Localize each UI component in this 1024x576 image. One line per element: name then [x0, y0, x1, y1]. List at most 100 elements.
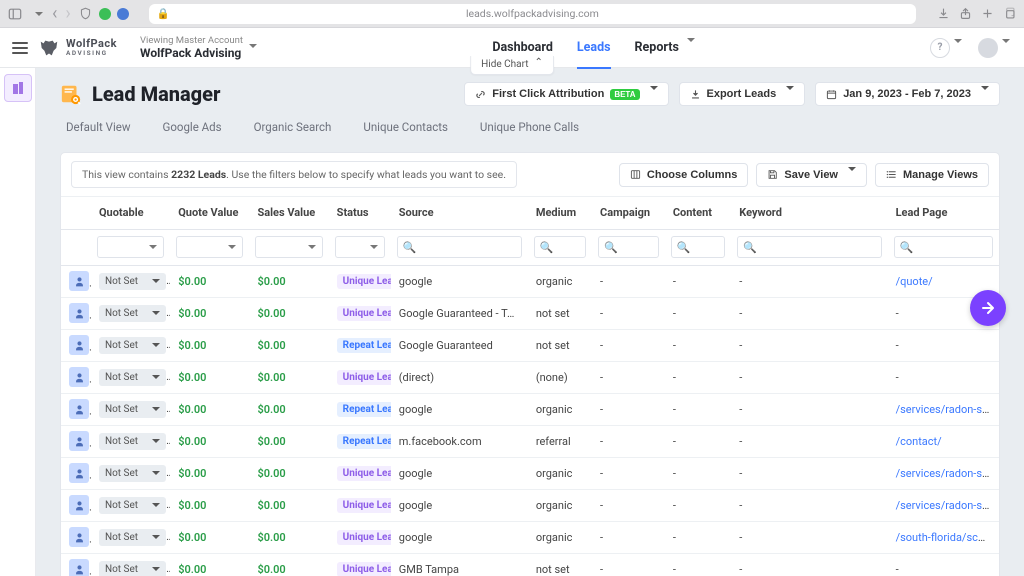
filter-sales-value[interactable] — [255, 236, 322, 258]
export-leads-button[interactable]: Export Leads — [679, 82, 806, 106]
person-icon[interactable] — [69, 431, 89, 451]
chevron-down-icon — [646, 88, 658, 100]
col-quotable[interactable]: Quotable — [91, 197, 170, 229]
choose-columns-button[interactable]: Choose Columns — [619, 163, 748, 187]
cell-lead-page: - — [888, 329, 999, 361]
filter-content[interactable]: 🔍 — [671, 236, 725, 258]
menu-button[interactable] — [8, 47, 32, 49]
quotable-dropdown[interactable]: Not Set — [99, 305, 166, 322]
table-row[interactable]: Not Set$0.00$0.00Unique Lead(direct)(non… — [61, 361, 999, 393]
help-button[interactable]: ? — [930, 38, 950, 58]
account-name: WolfPack Advising — [140, 46, 241, 60]
tab-organic-search[interactable]: Organic Search — [252, 116, 334, 138]
date-range-picker[interactable]: Jan 9, 2023 - Feb 7, 2023 — [815, 82, 1000, 106]
person-icon[interactable] — [69, 271, 89, 291]
filter-keyword[interactable]: 🔍 — [737, 236, 881, 258]
nav-leads[interactable]: Leads — [577, 28, 611, 69]
table-row[interactable]: Not Set$0.00$0.00Unique Leadgoogleorgani… — [61, 457, 999, 489]
user-avatar[interactable] — [978, 38, 998, 58]
filter-lead-page-input[interactable] — [918, 241, 999, 253]
extension-dot-green[interactable] — [99, 8, 111, 20]
person-icon[interactable] — [69, 335, 89, 355]
filter-medium-input[interactable] — [559, 241, 593, 253]
filter-quote-value[interactable] — [176, 236, 243, 258]
col-status[interactable]: Status — [329, 197, 391, 229]
cell-lead-page[interactable]: /services/radon-services/ — [888, 393, 999, 425]
person-icon[interactable] — [69, 527, 89, 547]
tab-unique-contacts[interactable]: Unique Contacts — [361, 116, 450, 138]
share-icon[interactable] — [958, 7, 972, 21]
person-icon[interactable] — [69, 399, 89, 419]
quotable-dropdown[interactable]: Not Set — [99, 401, 166, 418]
hide-chart-toggle[interactable]: Hide Chart ⌃ — [470, 56, 554, 75]
quotable-dropdown[interactable]: Not Set — [99, 273, 166, 290]
table-row[interactable]: Not Set$0.00$0.00Repeat Leadgoogleorgani… — [61, 393, 999, 425]
quotable-dropdown[interactable]: Not Set — [99, 337, 166, 354]
person-icon[interactable] — [69, 559, 89, 576]
new-tab-icon[interactable] — [980, 7, 994, 21]
filter-lead-page[interactable]: 🔍 — [894, 236, 993, 258]
table-row[interactable]: Not Set$0.00$0.00Repeat Leadm.facebook.c… — [61, 425, 999, 457]
nav-reports[interactable]: Reports — [635, 28, 695, 68]
cell-medium: organic — [528, 265, 592, 297]
filter-quotable[interactable] — [97, 236, 164, 258]
person-icon[interactable] — [69, 463, 89, 483]
quotable-dropdown[interactable]: Not Set — [99, 433, 166, 450]
cell-lead-page[interactable]: /contact/ — [888, 425, 999, 457]
col-lead-page[interactable]: Lead Page — [888, 197, 999, 229]
tab-google-ads[interactable]: Google Ads — [161, 116, 224, 138]
filter-status[interactable] — [335, 236, 385, 258]
person-icon[interactable] — [69, 367, 89, 387]
col-campaign[interactable]: Campaign — [592, 197, 665, 229]
tab-unique-phone-calls[interactable]: Unique Phone Calls — [478, 116, 581, 138]
col-quote-value[interactable]: Quote Value — [170, 197, 249, 229]
cell-source: Google Guaranteed - Tampa — [391, 297, 528, 329]
tab-dropdown-icon[interactable] — [30, 7, 44, 21]
tab-default-view[interactable]: Default View — [64, 116, 133, 138]
next-fab[interactable] — [970, 290, 1006, 326]
table-row[interactable]: Not Set$0.00$0.00Unique Leadgoogleorgani… — [61, 265, 999, 297]
brand-logo[interactable]: WolfPackADVISING — [38, 37, 128, 59]
col-keyword[interactable]: Keyword — [731, 197, 887, 229]
cell-lead-page[interactable]: /services/radon-services/ — [888, 489, 999, 521]
table-row[interactable]: Not Set$0.00$0.00Unique Leadgoogleorgani… — [61, 521, 999, 553]
quotable-dropdown[interactable]: Not Set — [99, 497, 166, 514]
quotable-dropdown[interactable]: Not Set — [99, 369, 166, 386]
quote-value: $0.00 — [178, 275, 206, 288]
filter-campaign-input[interactable] — [623, 241, 665, 253]
filter-keyword-input[interactable] — [762, 241, 888, 253]
manage-views-button[interactable]: Manage Views — [875, 163, 989, 187]
rail-company-button[interactable] — [4, 74, 32, 102]
account-switcher[interactable]: Viewing Master Account WolfPack Advising — [140, 35, 257, 61]
save-view-button[interactable]: Save View — [756, 163, 867, 187]
filter-source[interactable]: 🔍 — [397, 236, 522, 258]
sidebar-toggle-icon[interactable] — [8, 7, 22, 21]
quotable-dropdown[interactable]: Not Set — [99, 465, 166, 482]
col-source[interactable]: Source — [391, 197, 528, 229]
tabs-icon[interactable] — [1002, 7, 1016, 21]
col-sales-value[interactable]: Sales Value — [249, 197, 328, 229]
cell-lead-page[interactable]: /services/radon-services/ — [888, 457, 999, 489]
filter-content-input[interactable] — [696, 241, 732, 253]
cell-lead-page[interactable]: /south-florida/schedule/ — [888, 521, 999, 553]
filter-campaign[interactable]: 🔍 — [598, 236, 659, 258]
quotable-dropdown[interactable]: Not Set — [99, 529, 166, 546]
quotable-dropdown[interactable]: Not Set — [99, 561, 166, 576]
shield-icon[interactable] — [79, 7, 93, 21]
filter-medium[interactable]: 🔍 — [534, 236, 586, 258]
extension-dot-blue[interactable] — [117, 8, 129, 20]
table-row[interactable]: Not Set$0.00$0.00Unique LeadGMB Tampanot… — [61, 553, 999, 576]
table-row[interactable]: Not Set$0.00$0.00Repeat LeadGoogle Guara… — [61, 329, 999, 361]
download-icon[interactable] — [936, 7, 950, 21]
table-row[interactable]: Not Set$0.00$0.00Unique LeadGoogle Guara… — [61, 297, 999, 329]
nav-back-icon[interactable]: ‹ — [52, 5, 57, 23]
attribution-dropdown[interactable]: First Click Attribution BETA — [464, 82, 668, 106]
person-icon[interactable] — [69, 303, 89, 323]
person-icon[interactable] — [69, 495, 89, 515]
table-row[interactable]: Not Set$0.00$0.00Unique Leadgoogleorgani… — [61, 489, 999, 521]
filter-source-input[interactable] — [421, 241, 527, 253]
browser-chrome: ‹ › 🔒 leads.wolfpackadvising.com — [0, 0, 1024, 28]
col-medium[interactable]: Medium — [528, 197, 592, 229]
col-content[interactable]: Content — [665, 197, 731, 229]
url-bar[interactable]: 🔒 leads.wolfpackadvising.com — [149, 4, 916, 24]
